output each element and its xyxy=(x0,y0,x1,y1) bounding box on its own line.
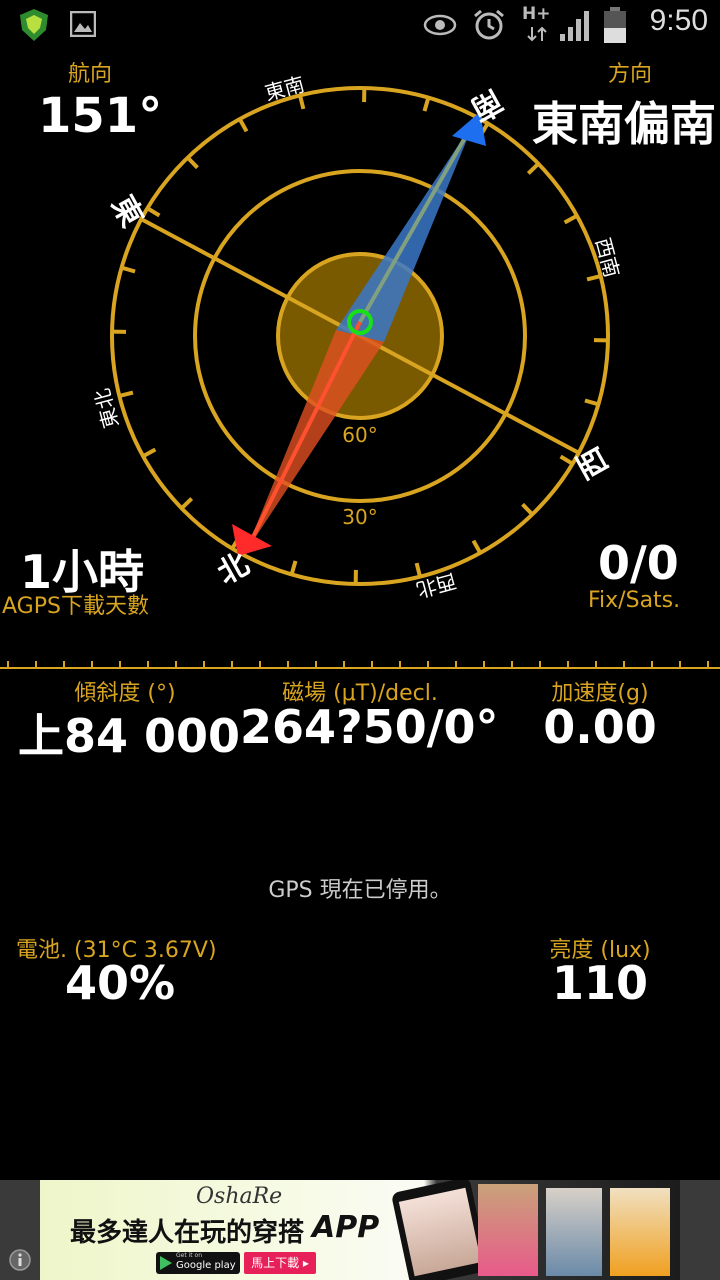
app-shield-icon xyxy=(20,9,48,41)
compass-tick xyxy=(526,162,540,175)
status-time: 9:50 xyxy=(649,4,708,37)
compass-tick xyxy=(422,97,431,112)
battery-value: 40% xyxy=(64,956,176,1010)
compass-tick xyxy=(414,562,422,578)
compass-tick xyxy=(121,265,136,274)
google-play-text: Google play xyxy=(176,1260,236,1271)
accel-value: 0.00 xyxy=(543,700,657,754)
gallery-icon xyxy=(70,11,96,37)
tilt-ruler xyxy=(0,661,720,669)
tilt-value: 上84 000 xyxy=(18,709,241,763)
ad-download-button[interactable]: 馬上下載 ▸ xyxy=(244,1252,316,1274)
compass-tick xyxy=(563,214,578,225)
ring-label-30: 30° xyxy=(342,505,377,529)
compass-tick xyxy=(238,118,249,133)
ad-side-right xyxy=(680,1180,720,1280)
ad-brand: OshaRe xyxy=(196,1184,283,1209)
network-type-label: H+ xyxy=(522,4,551,24)
brightness-value: 110 xyxy=(551,956,649,1010)
ad-phone-image xyxy=(390,1180,490,1280)
compass-tick xyxy=(584,398,599,407)
ad-photo-2 xyxy=(546,1188,602,1276)
cardinal-west: 西 xyxy=(571,441,616,484)
compass-tick xyxy=(289,560,298,575)
ad-banner[interactable]: OshaRe 最多達人在玩的穿搭 APP Get it on Google pl… xyxy=(40,1180,680,1280)
cardinal-east: 東 xyxy=(104,190,149,233)
eye-icon xyxy=(423,14,457,36)
compass-tick xyxy=(586,274,602,282)
compass-tick xyxy=(142,447,157,458)
gps-status-text: GPS 現在已停用。 xyxy=(268,878,452,903)
compass-tick xyxy=(471,539,482,554)
magnetic-value: 264?50/0° xyxy=(240,700,499,754)
battery-icon xyxy=(604,7,626,43)
cardinal-north: 北 xyxy=(212,547,255,592)
compass-tick xyxy=(180,497,194,510)
ad-side-left xyxy=(0,1180,40,1280)
google-play-small: Get it on xyxy=(176,1252,203,1259)
compass-tick xyxy=(298,94,306,110)
ad-photo-1 xyxy=(478,1184,538,1276)
fix-label: Fix/Sats. xyxy=(588,588,681,613)
google-play-badge[interactable]: Get it on Google play xyxy=(156,1252,240,1274)
ad-headline: 最多達人在玩的穿搭 xyxy=(70,1218,305,1248)
fix-value: 0/0 xyxy=(598,536,679,590)
agps-label: AGPS下載天數 xyxy=(2,594,149,619)
ad-photo-3 xyxy=(610,1188,670,1276)
info-icon[interactable] xyxy=(8,1248,32,1272)
alarm-icon xyxy=(474,9,504,40)
intercardinal-sw: 西南 xyxy=(591,235,625,280)
ad-headline-app: APP xyxy=(312,1210,380,1245)
ring-label-60: 60° xyxy=(342,423,377,447)
compass-tick xyxy=(118,390,134,398)
compass-tick xyxy=(521,502,534,516)
google-play-icon xyxy=(160,1256,172,1270)
signal-icon xyxy=(560,11,589,41)
compass-tick xyxy=(186,156,199,170)
